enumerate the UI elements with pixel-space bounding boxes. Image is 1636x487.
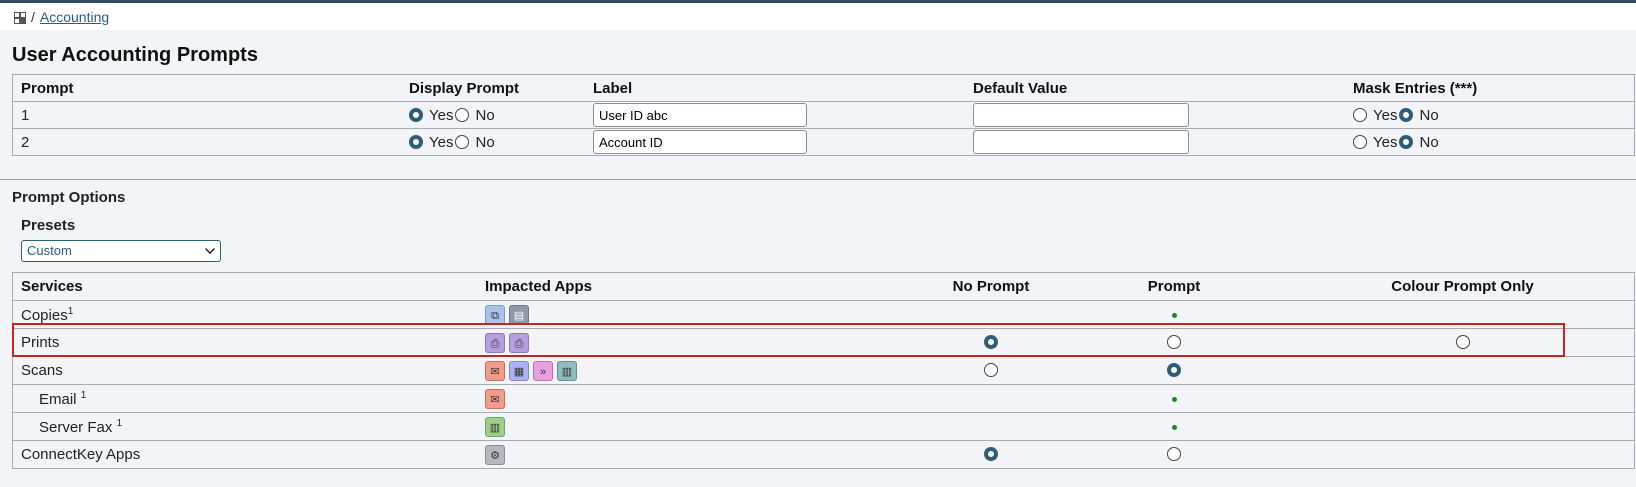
home-grid-icon[interactable] [14,12,26,24]
server-fax-icon: ▥ [485,416,505,437]
no-label: No [475,133,495,151]
yes-label: Yes [429,133,454,151]
id-card-copy-icon: ▤ [509,304,529,325]
col-header-prompt: Prompt [1057,272,1291,301]
service-row-connectkey-apps: ConnectKey Apps ⚙ [12,440,1635,469]
default-value-cell [965,128,1345,156]
label-cell [585,101,965,129]
scan-icon: ▦ [509,360,529,381]
label-input[interactable] [593,103,807,127]
no-label: No [1419,133,1439,151]
prompt-options-heading: Prompt Options [12,189,126,206]
display-prompt-cell: Yes No [401,128,585,156]
no-prompt-radio[interactable] [984,447,998,461]
default-value-input[interactable] [973,130,1189,154]
no-label: No [475,106,495,124]
impacted-apps-cell: ⚙ [477,440,925,469]
col-header-display-prompt: Display Prompt [401,74,585,102]
impacted-apps-cell: ✉ [477,384,925,413]
footnote-marker: 1 [67,305,74,317]
yes-label: Yes [429,106,454,124]
col-header-default-value: Default Value [965,74,1345,102]
service-label: ConnectKey Apps [21,446,141,463]
service-label: Copies [21,306,68,324]
yes-label: Yes [1373,106,1398,124]
server-fax-icon: ▥ [557,360,577,381]
mask-no-radio[interactable] [1399,134,1414,149]
prompt-radio[interactable] [1167,363,1181,377]
email-icon: ✉ [485,388,505,409]
label-cell [585,128,965,156]
email-icon: ✉ [485,360,505,381]
mask-yes-radio[interactable] [1353,107,1367,122]
breadcrumb-link-accounting[interactable]: Accounting [40,9,109,25]
display-no-radio[interactable] [455,134,470,149]
display-no-radio[interactable] [455,107,470,122]
page-title: User Accounting Prompts [12,44,258,66]
service-name: ConnectKey Apps [12,440,477,469]
col-header-mask-entries: Mask Entries (***) [1345,74,1635,102]
prompt-number: 1 [12,101,401,129]
table-row: 2 Yes No Yes No [12,128,1635,156]
col-header-services: Services [12,272,477,301]
col-header-no-prompt: No Prompt [925,272,1057,301]
table-row: 1 Yes No Yes No [12,101,1635,129]
workflow-icon: » [533,360,553,381]
status-dot [1171,396,1177,402]
yes-label: Yes [1373,133,1398,151]
service-row-email: Email 1 ✉ [12,384,1635,413]
gear-icon: ⚙ [485,444,505,465]
presets-selected-value: Custom [27,243,72,258]
display-prompt-cell: Yes No [401,101,585,129]
service-label: Email [39,390,81,408]
default-value-cell [965,101,1345,129]
impacted-apps-cell: ✉ ▦» ▥ [477,356,925,385]
section-divider [0,179,1636,180]
breadcrumb-bar: / Accounting [0,0,1636,30]
no-prompt-radio[interactable] [984,363,998,377]
presets-select[interactable]: Custom [21,240,221,262]
default-value-input[interactable] [973,103,1189,127]
services-table: Services Impacted Apps No Prompt Prompt … [12,272,1635,469]
col-header-prompt: Prompt [12,74,401,102]
status-dot [1171,312,1177,318]
prompt-number: 2 [12,128,401,156]
col-header-impacted-apps: Impacted Apps [477,272,925,301]
service-label: Server Fax [39,418,117,436]
mask-cell: Yes No [1345,128,1635,156]
mask-no-radio[interactable] [1399,107,1414,122]
prompt-radio[interactable] [1167,447,1181,461]
service-row-scans: Scans ✉ ▦» ▥ [12,356,1635,385]
service-label: Scans [21,362,63,379]
footnote-marker: 1 [116,417,123,429]
service-name: Scans [12,356,477,385]
no-label: No [1419,106,1439,124]
copy-icon: ⧉ [485,304,505,325]
mask-cell: Yes No [1345,101,1635,129]
display-yes-radio[interactable] [409,134,423,149]
display-yes-radio[interactable] [409,107,423,122]
col-header-colour-prompt-only: Colour Prompt Only [1291,272,1635,301]
service-row-server-fax: Server Fax 1 ▥ [12,412,1635,441]
presets-label: Presets [21,217,76,234]
highlight-box-prints-row [12,323,1565,357]
col-header-label: Label [585,74,965,102]
label-input[interactable] [593,130,807,154]
impacted-apps-cell: ▥ [477,412,925,441]
status-dot [1171,424,1177,430]
prompts-table: Prompt Display Prompt Label Default Valu… [12,74,1635,156]
footnote-marker: 1 [80,389,87,401]
service-name: Server Fax 1 [12,412,477,441]
mask-yes-radio[interactable] [1353,134,1367,149]
breadcrumb-separator: / [31,8,35,25]
chevron-down-icon [205,244,215,254]
service-name: Email 1 [12,384,477,413]
